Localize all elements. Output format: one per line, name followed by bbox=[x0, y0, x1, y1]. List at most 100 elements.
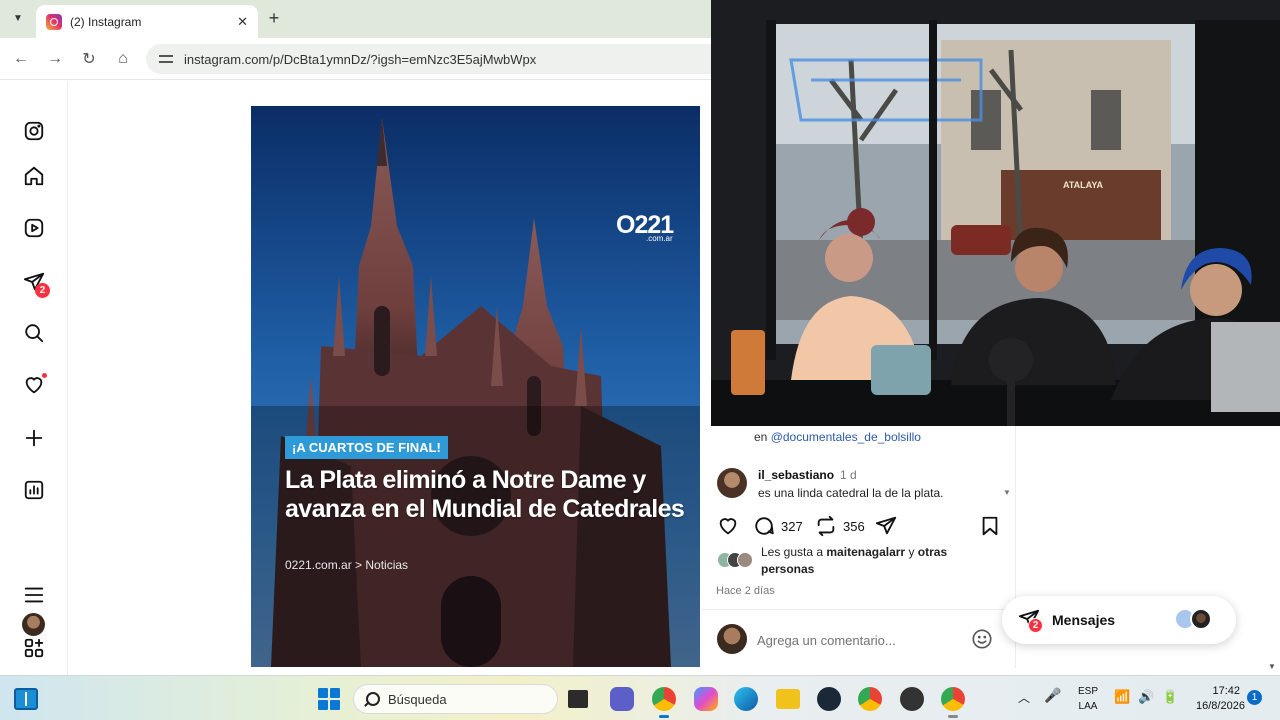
volume-icon: 🔊 bbox=[1138, 689, 1155, 704]
comment-input[interactable] bbox=[757, 630, 957, 650]
search-icon[interactable] bbox=[22, 321, 46, 345]
likes-user[interactable]: maitenagalarr bbox=[826, 545, 905, 559]
likes-avatars bbox=[717, 552, 761, 568]
share-paper-plane-icon bbox=[875, 516, 897, 535]
profile-avatar[interactable] bbox=[22, 613, 45, 636]
comment-username[interactable]: il_sebastiano bbox=[758, 468, 834, 482]
start-button-windows-icon[interactable] bbox=[318, 688, 340, 710]
notification-center-badge[interactable]: 1 bbox=[1247, 690, 1262, 705]
divider bbox=[701, 609, 1016, 610]
credit-link[interactable]: @documentales_de_bolsillo bbox=[771, 430, 921, 444]
taskbar-search[interactable]: Búsqueda bbox=[353, 684, 558, 714]
new-tab-button[interactable]: + bbox=[264, 8, 284, 28]
comment-text: es una linda catedral la de la plata. bbox=[758, 486, 944, 500]
taskbar-clock[interactable]: 17:42 16/8/2026 bbox=[1196, 684, 1245, 714]
browser-tab-strip: ▼ (2) Instagram ✕ + bbox=[0, 0, 712, 38]
lang-bottom: LAA bbox=[1078, 701, 1098, 712]
liker-avatar bbox=[737, 552, 753, 568]
tab-title: (2) Instagram bbox=[70, 14, 142, 29]
messages-count-badge: 2 bbox=[35, 283, 50, 298]
messages-badge: 2 bbox=[1028, 618, 1043, 633]
comment-button[interactable]: 327 bbox=[753, 514, 803, 538]
file-explorer-icon[interactable] bbox=[776, 689, 800, 709]
windows-taskbar: Búsqueda ︿ 🎤 ESP LAA 📶 🔊 🔋 17:42 16/8/20… bbox=[0, 675, 1280, 720]
post-image[interactable]: O221 .com.ar ¡A CUARTOS DE FINAL! La Pla… bbox=[251, 106, 700, 667]
microphone-icon[interactable]: 🎤 bbox=[1044, 687, 1061, 704]
more-menu-icon[interactable] bbox=[22, 583, 46, 607]
widgets-icon[interactable] bbox=[14, 688, 38, 710]
chrome-icon[interactable] bbox=[652, 687, 676, 718]
comments-scroll-down-icon[interactable]: ▼ bbox=[1003, 488, 1011, 497]
webcam-overlay: ATALAYA bbox=[711, 0, 1280, 426]
post-logo-sub: .com.ar bbox=[646, 234, 673, 243]
lang-top: ESP bbox=[1078, 686, 1099, 697]
cathedral-photo bbox=[251, 118, 700, 667]
teams-icon[interactable] bbox=[610, 687, 634, 711]
comment-avatar[interactable] bbox=[717, 468, 747, 498]
message-contact-avatar bbox=[1190, 608, 1212, 630]
credit-prefix: en bbox=[754, 430, 768, 444]
current-user-avatar bbox=[717, 624, 747, 654]
emoji-icon[interactable] bbox=[971, 628, 993, 650]
tab-close-icon[interactable]: ✕ bbox=[237, 14, 248, 30]
repost-icon bbox=[817, 515, 835, 537]
comments-count: 327 bbox=[781, 518, 803, 534]
edge-icon[interactable] bbox=[734, 687, 758, 711]
forward-arrow-icon[interactable]: → bbox=[44, 48, 66, 70]
messages-label: Mensajes bbox=[1052, 612, 1116, 628]
messages-button[interactable]: 2 Mensajes bbox=[1002, 596, 1236, 644]
post-date[interactable]: Hace 2 días bbox=[716, 585, 775, 597]
heart-icon bbox=[719, 518, 737, 535]
url-text[interactable]: instagram.com/p/DcBta1ymnDz/?igsh=emNzc3… bbox=[184, 52, 536, 67]
site-info-icon[interactable] bbox=[158, 52, 174, 66]
post-actions: 327 356 bbox=[717, 514, 1002, 538]
comment-bubble-icon bbox=[755, 517, 774, 535]
create-plus-icon[interactable] bbox=[22, 426, 46, 450]
steam-icon[interactable] bbox=[817, 687, 841, 711]
share-button[interactable] bbox=[875, 514, 897, 538]
browser-tab[interactable]: (2) Instagram ✕ bbox=[36, 5, 258, 38]
notifications-heart-icon[interactable] bbox=[22, 372, 48, 397]
repost-button[interactable]: 356 bbox=[815, 514, 865, 538]
tray-overflow-chevron-icon[interactable]: ︿ bbox=[1018, 689, 1030, 706]
tab-search-chevron-icon[interactable]: ▼ bbox=[8, 8, 28, 28]
task-view-icon[interactable] bbox=[568, 690, 588, 708]
copilot-icon[interactable] bbox=[694, 687, 718, 711]
browser-toolbar: ← → ↻ ⌂ instagram.com/p/DcBta1ymnDz/?igs… bbox=[0, 38, 726, 80]
notification-dot bbox=[41, 372, 48, 379]
back-arrow-icon[interactable]: ← bbox=[10, 48, 32, 70]
chrome-alt-icon[interactable] bbox=[941, 687, 965, 718]
instagram-sidebar: 2 bbox=[0, 81, 68, 675]
chrome-profile-icon[interactable] bbox=[858, 687, 882, 711]
post-badge: ¡A CUARTOS DE FINAL! bbox=[285, 436, 448, 459]
obs-icon[interactable] bbox=[900, 687, 924, 711]
home-icon[interactable] bbox=[22, 164, 46, 188]
likes-prefix: Les gusta a bbox=[761, 545, 824, 559]
likes-mid: y bbox=[908, 545, 915, 559]
home-button-icon[interactable]: ⌂ bbox=[112, 48, 134, 70]
address-bar[interactable]: instagram.com/p/DcBta1ymnDz/?igsh=emNzc3… bbox=[146, 44, 726, 74]
page-scroll-down-icon[interactable]: ▼ bbox=[1268, 662, 1276, 671]
likes-summary: Les gusta a maitenagalarr y otras person… bbox=[761, 544, 981, 578]
comment-time: 1 d bbox=[840, 468, 857, 482]
messages-avatars bbox=[1174, 608, 1220, 632]
like-button[interactable] bbox=[717, 514, 739, 538]
bookmark-icon bbox=[982, 516, 998, 536]
input-language[interactable]: ESP LAA bbox=[1078, 684, 1098, 714]
instagram-favicon-icon bbox=[46, 13, 62, 30]
taskbar-search-placeholder: Búsqueda bbox=[388, 691, 447, 707]
save-button[interactable] bbox=[979, 514, 1001, 538]
messages-icon: 2 bbox=[1018, 608, 1043, 633]
dashboard-icon[interactable] bbox=[22, 478, 46, 502]
direct-messages-icon[interactable]: 2 bbox=[22, 270, 50, 298]
webcam-video: ATALAYA bbox=[711, 0, 1280, 426]
post-logo-0221: O221 bbox=[616, 211, 674, 239]
clock-date: 16/8/2026 bbox=[1196, 700, 1245, 712]
reposts-count: 356 bbox=[843, 518, 865, 534]
reload-icon[interactable]: ↻ bbox=[78, 48, 100, 70]
comment-header: il_sebastiano 1 d bbox=[758, 468, 857, 482]
also-from-meta-icon[interactable] bbox=[22, 636, 46, 660]
instagram-logo-icon[interactable] bbox=[22, 119, 46, 143]
reels-icon[interactable] bbox=[22, 216, 46, 240]
system-tray-icons[interactable]: 📶 🔊 🔋 bbox=[1114, 689, 1179, 705]
